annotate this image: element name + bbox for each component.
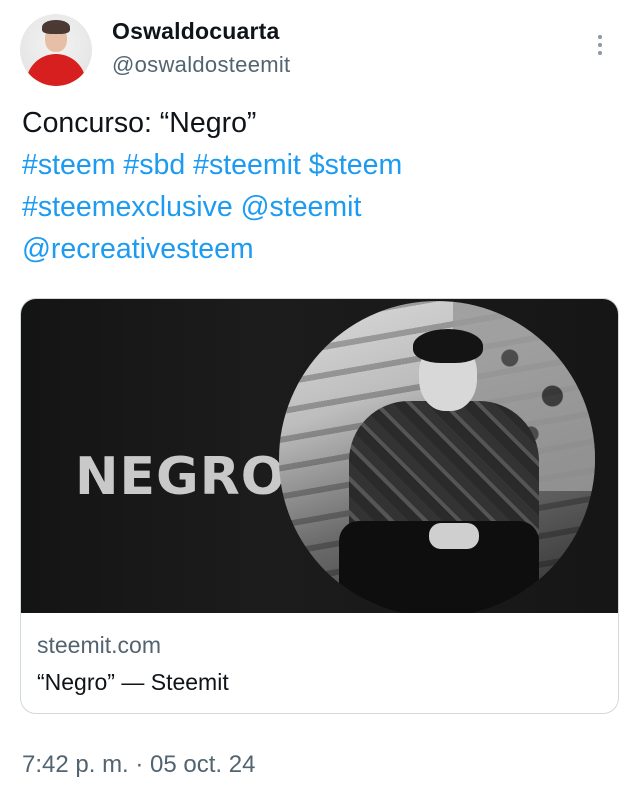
tweet-timestamp[interactable]: 7:42 p. m. · 05 oct. 24 xyxy=(22,751,255,779)
tweet-text: Concurso: “Negro” #steem #sbd #steemit $… xyxy=(22,102,622,270)
avatar[interactable] xyxy=(20,14,92,86)
tweet-line-2: #steem #sbd #steemit $steem xyxy=(22,144,622,186)
link-preview-card[interactable]: NEGRO steemit.com “Negro” — Steemit xyxy=(20,298,619,714)
avatar-hair xyxy=(42,20,70,34)
hashtag-link[interactable]: #steemexclusive xyxy=(22,191,233,223)
cashtag-link[interactable]: $steem xyxy=(309,149,402,181)
tweet-line-1: Concurso: “Negro” xyxy=(22,107,257,139)
author-handle[interactable]: @oswaldosteemit xyxy=(112,52,290,78)
card-domain: steemit.com xyxy=(37,632,161,658)
photo-person-hair xyxy=(413,329,483,363)
author-display-name[interactable]: Oswaldocuarta xyxy=(112,18,280,45)
hashtag-link[interactable]: #steem xyxy=(22,149,115,181)
tweet-line-4: @recreativesteem xyxy=(22,228,622,270)
tweet-header: Oswaldocuarta @oswaldosteemit xyxy=(20,12,620,90)
more-vertical-icon-dot xyxy=(598,43,602,47)
card-title: “Negro” — Steemit xyxy=(37,669,229,695)
avatar-shirt xyxy=(26,54,86,86)
card-photo xyxy=(279,301,595,613)
more-vertical-icon-dot xyxy=(598,51,602,55)
more-vertical-icon xyxy=(598,35,602,39)
photo-person-hands xyxy=(429,523,479,549)
hashtag-link[interactable]: #sbd xyxy=(123,149,185,181)
mention-link[interactable]: @recreativesteem xyxy=(22,233,254,265)
card-image-title: NEGRO xyxy=(75,447,286,507)
card-image[interactable]: NEGRO xyxy=(21,299,618,613)
tweet-line-3: #steemexclusive @steemit xyxy=(22,186,622,228)
more-options-button[interactable] xyxy=(590,30,610,60)
hashtag-link[interactable]: #steemit xyxy=(193,149,301,181)
mention-link[interactable]: @steemit xyxy=(241,191,362,223)
